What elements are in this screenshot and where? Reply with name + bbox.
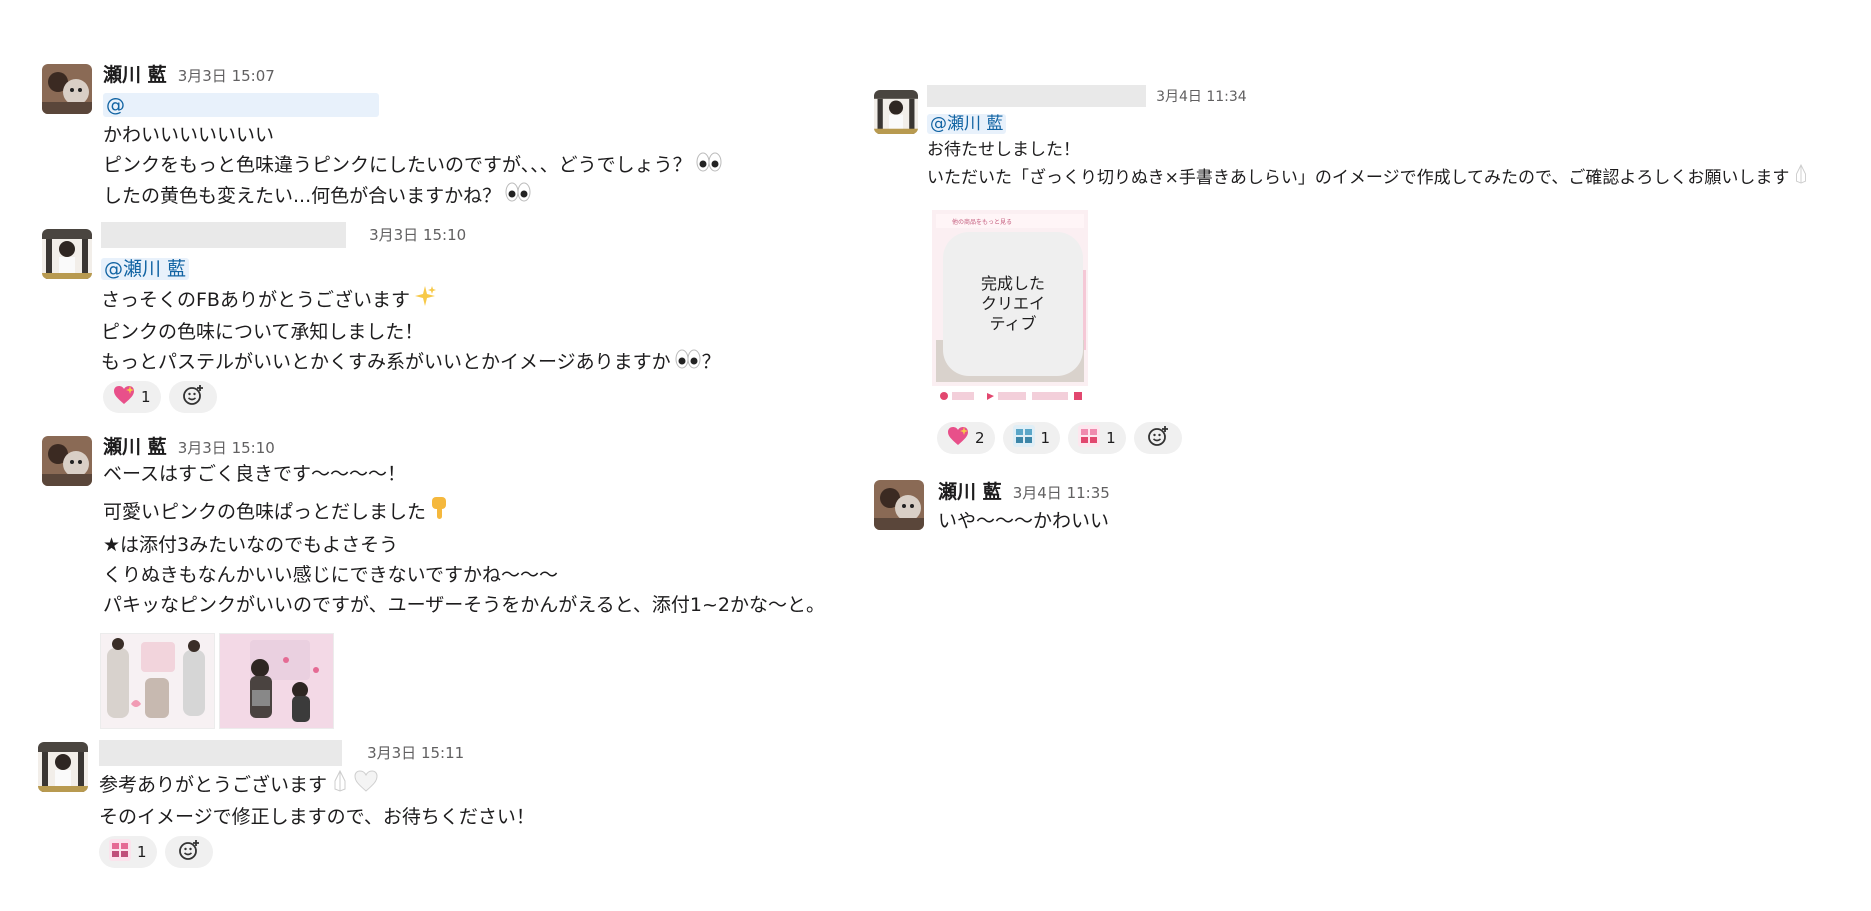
custom-stamp-icon — [109, 839, 131, 865]
message-text: いや〜〜〜かわいい — [938, 510, 1110, 532]
timestamp[interactable]: 3月3日 15:10 — [369, 226, 466, 244]
praying-hands-emoji — [1792, 163, 1810, 193]
message-4: 3月3日 15:11 参考ありがとうございます そのイメージで修正しますので、お… — [99, 740, 535, 832]
attachment-image-2[interactable] — [219, 633, 334, 729]
mention-tag[interactable]: @瀬川 藍 — [927, 114, 1007, 134]
message-2: 3月3日 15:10 @瀬川 藍 さっそくのFBありがとうございます ピンクの色… — [101, 222, 721, 378]
reaction-count: 1 — [1040, 429, 1051, 447]
reaction-heart[interactable]: 1 — [103, 381, 161, 413]
add-reaction-icon — [181, 383, 205, 411]
timestamp[interactable]: 3月4日 11:35 — [1013, 484, 1110, 502]
message-text: 参考ありがとうございます — [99, 769, 535, 802]
message-3: 瀬川 藍 3月3日 15:10 ベースはすごく良きです〜〜〜〜！ 可愛いピンクの… — [103, 432, 825, 620]
timestamp[interactable]: 3月3日 15:07 — [178, 67, 275, 85]
eyes-emoji — [695, 151, 723, 181]
add-reaction-icon — [1146, 424, 1170, 452]
redacted-sender-name — [101, 222, 346, 248]
avatar-segawa[interactable] — [874, 480, 924, 530]
avatar-responder[interactable] — [874, 90, 918, 134]
timestamp[interactable]: 3月3日 15:11 — [367, 744, 464, 762]
message-text: ★は添付3みたいなのでもよさそう — [103, 534, 399, 556]
message-text: そのイメージで修正しますので、お待ちください！ — [99, 806, 535, 828]
message-text: かわいいいいいいい — [103, 124, 275, 146]
redacted-sender-name — [99, 740, 342, 766]
add-reaction-button[interactable] — [1133, 422, 1182, 454]
reaction-count: 1 — [1106, 429, 1116, 447]
creative-placeholder-label: 完成した クリエイ ティブ — [943, 232, 1083, 376]
message-text: 可愛いピンクの色味ぱっとだしました — [103, 495, 825, 530]
reaction-stamp-blue[interactable]: 1 — [1002, 422, 1061, 454]
add-reaction-button[interactable] — [168, 381, 217, 413]
add-reaction-button[interactable] — [164, 836, 213, 868]
sender-name[interactable]: 瀬川 藍 — [938, 481, 1002, 503]
reaction-count: 1 — [137, 843, 147, 861]
timestamp[interactable]: 3月4日 11:34 — [1156, 89, 1247, 105]
message-text: ピンクをもっと色味違うピンクにしたいのですが、、、どうでしょう？ — [103, 150, 723, 181]
message-text: したの黄色も変えたい...何色が合いますかね？ — [103, 181, 723, 212]
reaction-bar: 1 — [99, 836, 213, 868]
sparkles-emoji — [413, 284, 437, 317]
avatar-responder[interactable] — [38, 742, 88, 792]
sender-name[interactable]: 瀬川 藍 — [103, 64, 167, 86]
heart-sparkle-emoji — [947, 426, 969, 450]
reaction-bar: 1 — [103, 381, 217, 413]
message-6: 瀬川 藍 3月4日 11:35 いや〜〜〜かわいい — [938, 477, 1110, 536]
white-heart-emoji — [353, 769, 379, 802]
avatar-responder[interactable] — [42, 229, 92, 279]
heart-sparkle-emoji — [113, 385, 135, 409]
add-reaction-icon — [177, 838, 201, 866]
timestamp[interactable]: 3月3日 15:10 — [178, 439, 275, 457]
message-text: パキッなピンクがいいのですが、ユーザーそうをかんがえると、添付1~2かな〜と。 — [103, 594, 826, 616]
reaction-bar: 2 1 1 — [937, 422, 1182, 454]
eyes-emoji — [674, 348, 702, 378]
mention-tag[interactable]: @瀬川 藍 — [101, 258, 190, 280]
redacted-sender-name — [927, 85, 1146, 107]
message-text: お待たせしました！ — [927, 140, 1080, 160]
praying-hands-emoji — [330, 769, 350, 802]
creative-header-text: 他の商品をもっと見る — [952, 218, 1012, 226]
mention-tag[interactable]: @ — [103, 93, 379, 117]
custom-stamp-icon — [1078, 425, 1101, 451]
message-text: さっそくのFBありがとうございます — [101, 284, 721, 317]
attachment-image-1[interactable] — [100, 633, 215, 729]
reaction-count: 2 — [975, 429, 985, 447]
custom-stamp-icon — [1012, 425, 1035, 451]
reaction-count: 1 — [141, 388, 151, 406]
reaction-heart[interactable]: 2 — [937, 422, 995, 454]
message-text: ピンクの色味について承知しました！ — [101, 321, 424, 343]
message-text: いただいた「ざっくり切りぬき×手書きあしらい」のイメージで作成してみたので、ご確… — [927, 163, 1810, 193]
pointing-down-emoji — [429, 495, 451, 530]
eyes-emoji — [504, 181, 532, 211]
reaction-stamp-pink[interactable]: 1 — [1068, 422, 1126, 454]
sender-name[interactable]: 瀬川 藍 — [103, 436, 167, 458]
reaction-stamp[interactable]: 1 — [99, 836, 157, 868]
avatar-segawa[interactable] — [42, 436, 92, 486]
message-1: 瀬川 藍 3月3日 15:07 @ かわいいいいいいい ピンクをもっと色味違うピ… — [103, 60, 723, 211]
message-text: もっとパステルがいいとかくすみ系がいいとかイメージありますか？ — [101, 347, 721, 378]
avatar-segawa[interactable] — [42, 64, 92, 114]
message-5: 3月4日 11:34 @瀬川 藍 お待たせしました！ いただいた「ざっくり切りぬ… — [927, 85, 1810, 193]
message-text: ベースはすごく良きです〜〜〜〜！ — [103, 463, 407, 485]
message-text: くりぬきもなんかいい感じにできないですかね〜〜〜 — [103, 564, 559, 586]
